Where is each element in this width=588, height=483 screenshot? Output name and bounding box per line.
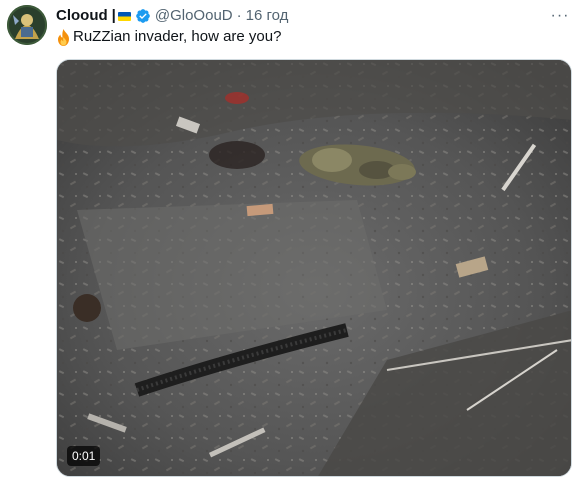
ukraine-flag-icon <box>117 11 131 21</box>
separator-dot: · <box>236 7 242 24</box>
video-frame <box>57 60 571 476</box>
timestamp[interactable]: 16 год <box>246 6 289 26</box>
display-name[interactable]: Clooud <box>56 6 108 26</box>
tweet: Clooud | @GloOouD · 16 год ··· RuZZian i… <box>0 0 588 483</box>
video-player[interactable]: 0:01 <box>56 59 572 477</box>
avatar[interactable] <box>7 5 47 45</box>
verified-badge-icon <box>135 8 151 24</box>
more-options-icon[interactable]: ··· <box>550 6 570 26</box>
video-timer: 0:01 <box>67 446 101 466</box>
tweet-body: RuZZian invader, how are you? <box>73 28 282 45</box>
tweet-text: RuZZian invader, how are you? <box>56 27 281 47</box>
fire-emoji-icon <box>56 28 71 46</box>
tweet-header: Clooud | @GloOouD · 16 год <box>56 6 288 26</box>
user-handle[interactable]: @GloOouD <box>155 6 233 26</box>
name-separator: | <box>111 7 116 24</box>
